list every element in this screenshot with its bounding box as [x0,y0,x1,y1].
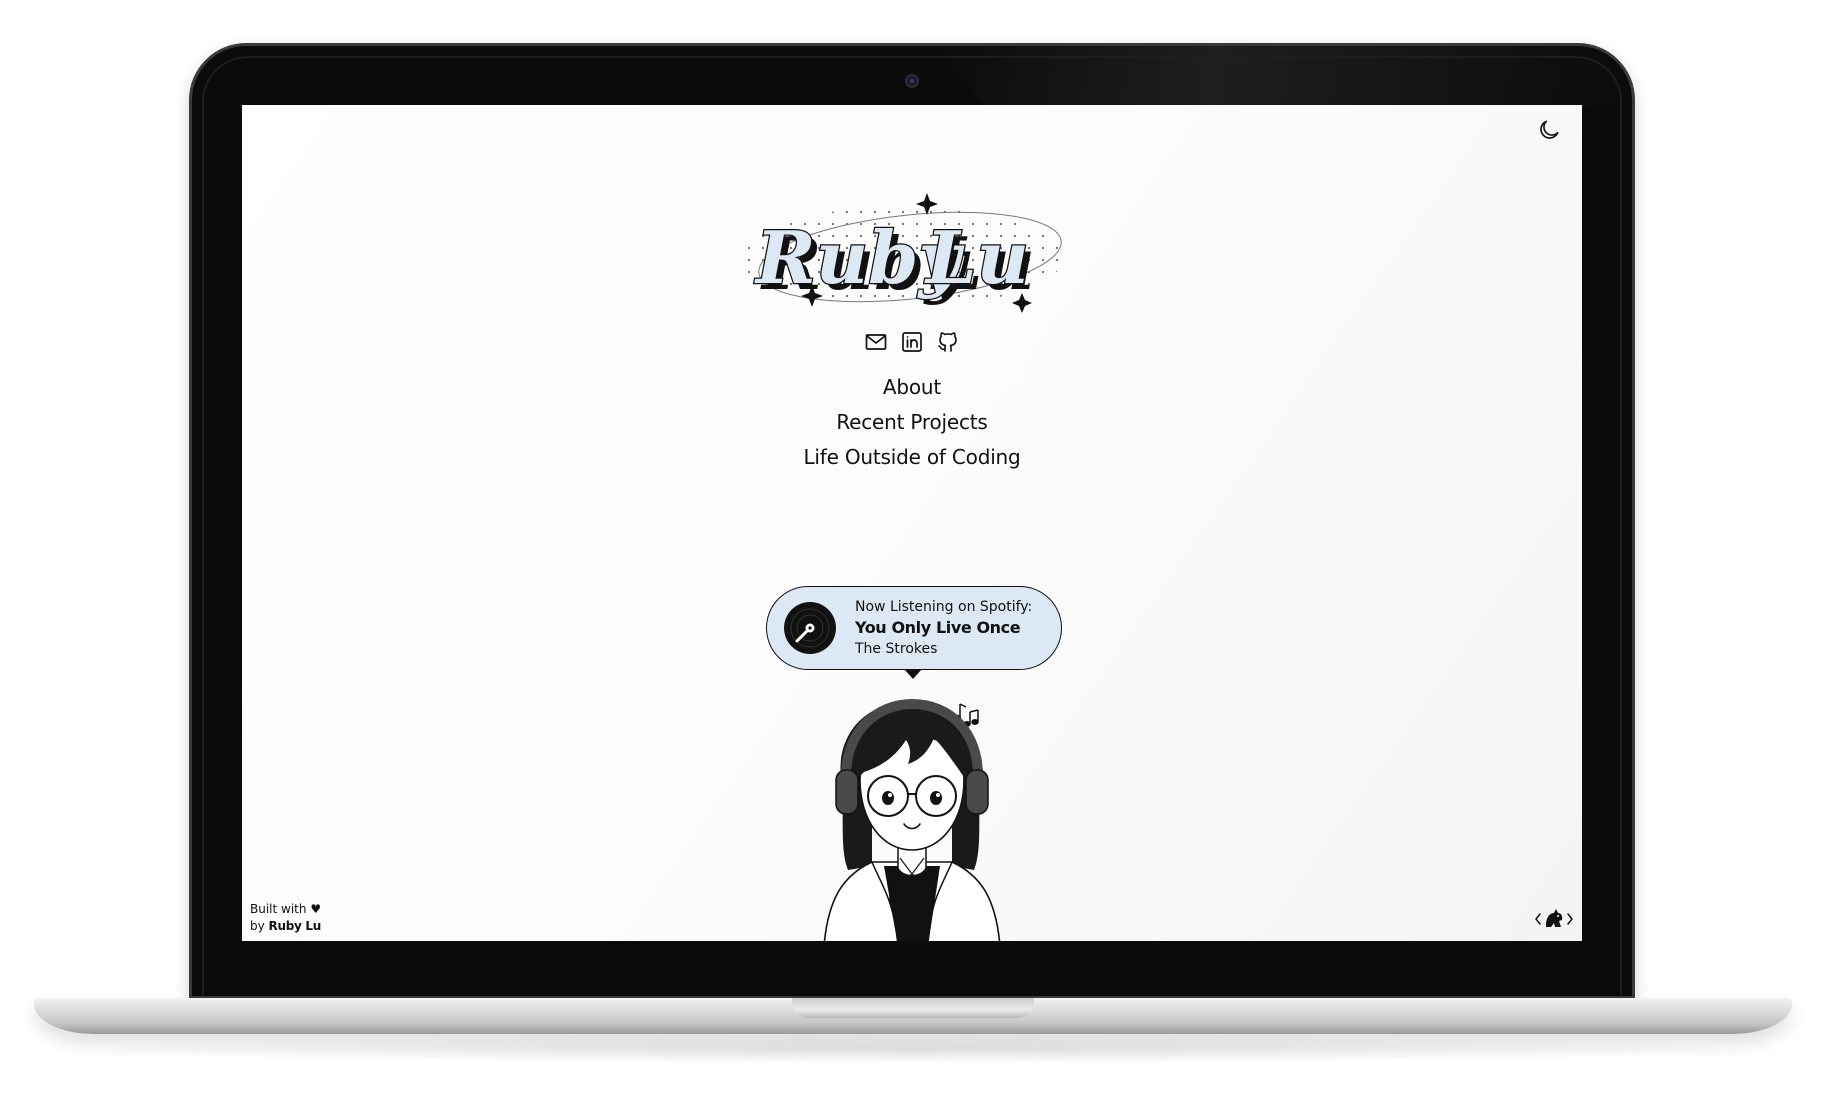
website-screen: Ruby Lu Ruby Lu About Recent Projects Li… [242,105,1582,941]
main-nav: About Recent Projects Life Outside of Co… [242,375,1582,469]
code-cat-icon[interactable] [1534,907,1574,931]
nav-recent-projects[interactable]: Recent Projects [836,410,988,434]
moon-icon [1540,120,1559,139]
song-title: You Only Live Once [855,618,1021,637]
laptop-notch [792,998,1034,1018]
theme-toggle-button[interactable] [1534,115,1564,145]
github-icon [938,332,957,352]
avatar-illustration [823,698,1001,941]
by-text: by [250,919,265,933]
ruby-lu-logo[interactable]: Ruby Lu Ruby Lu [732,185,1072,325]
author-link[interactable]: Ruby Lu [269,919,322,933]
linkedin-link[interactable] [899,329,925,355]
nav-life-outside-coding[interactable]: Life Outside of Coding [803,445,1020,469]
built-with-text: Built with [250,902,307,916]
webcam [905,74,919,88]
nav-about[interactable]: About [883,375,941,399]
lid-glare [932,46,1632,108]
linkedin-icon [902,332,922,352]
footer-credit: Built with ♥ by Ruby Lu [250,901,321,935]
speech-bubble-tail [904,669,922,679]
song-artist: The Strokes [855,641,938,657]
email-icon [865,334,887,350]
email-link[interactable] [863,329,889,355]
heart-icon: ♥ [310,902,322,916]
vinyl-record-icon [784,602,836,654]
spotify-label: Now Listening on Spotify: [855,599,1033,615]
spotify-now-playing[interactable]: Now Listening on Spotify: You Only Live … [766,586,1062,670]
social-links [242,329,1582,355]
github-link[interactable] [935,329,961,355]
laptop-shadow [70,1034,1760,1064]
svg-text:Lu: Lu [924,215,1029,300]
spotify-track-info: Now Listening on Spotify: You Only Live … [855,597,1032,659]
